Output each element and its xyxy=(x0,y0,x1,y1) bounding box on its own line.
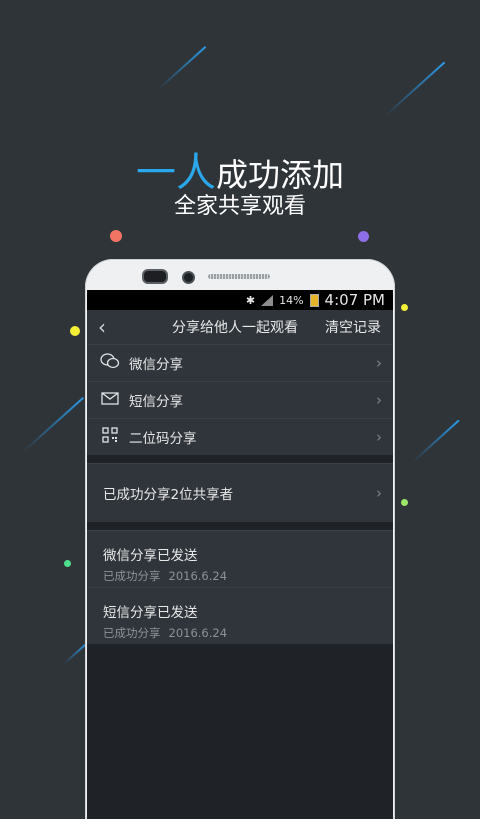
chevron-right-icon: › xyxy=(376,391,382,409)
decor-dot xyxy=(64,560,71,567)
record-date: 2016.6.24 xyxy=(168,626,228,640)
share-option-label: 短信分享 xyxy=(129,394,183,410)
decor-streak xyxy=(21,396,85,454)
phone-camera xyxy=(182,271,195,284)
page-title: 分享给他人一起观看 xyxy=(172,320,298,336)
signal-icon xyxy=(261,294,274,306)
share-option-sms[interactable]: 短信分享 › xyxy=(87,381,393,418)
chevron-right-icon: › xyxy=(376,354,382,372)
decor-dot xyxy=(358,231,369,242)
decor-dot xyxy=(70,326,80,336)
decor-dot xyxy=(401,304,408,311)
mail-icon xyxy=(99,391,121,409)
record-status: 已成功分享 xyxy=(103,626,161,640)
phone-screen: ✱ 14% 4:07 PM ‹ 分享给他人一起观看 清空记录 微信分享 › 短信… xyxy=(87,290,393,819)
header-bar: ‹ 分享给他人一起观看 清空记录 xyxy=(87,310,393,344)
promo-subline: 全家共享观看 xyxy=(173,194,306,219)
shared-users-label: 已成功分享2位共享者 xyxy=(103,487,234,503)
decor-dot xyxy=(401,499,408,506)
status-time: 4:07 PM xyxy=(324,291,385,309)
phone-mockup: ✱ 14% 4:07 PM ‹ 分享给他人一起观看 清空记录 微信分享 › 短信… xyxy=(85,259,395,819)
record-title: 短信分享已发送 xyxy=(103,605,198,621)
chevron-left-icon[interactable]: ‹ xyxy=(87,315,117,339)
share-option-qrcode[interactable]: 二位码分享 › xyxy=(87,418,393,455)
phone-earpiece xyxy=(142,269,168,284)
record-title: 微信分享已发送 xyxy=(103,548,198,564)
qrcode-icon xyxy=(99,427,121,447)
bluetooth-icon: ✱ xyxy=(245,293,256,307)
share-option-label: 微信分享 xyxy=(129,357,183,373)
section-divider xyxy=(87,455,393,463)
battery-percent: 14% xyxy=(279,293,304,307)
status-bar: ✱ 14% 4:07 PM xyxy=(87,290,393,310)
clear-records-button[interactable]: 清空记录 xyxy=(325,317,381,337)
record-item: 微信分享已发送 已成功分享 2016.6.24 xyxy=(87,530,393,587)
decor-streak xyxy=(384,61,446,117)
chevron-right-icon: › xyxy=(376,428,382,446)
decor-streak xyxy=(412,419,460,463)
record-status: 已成功分享 xyxy=(103,569,161,583)
decor-dot xyxy=(110,230,122,242)
shared-users-row[interactable]: 已成功分享2位共享者 › xyxy=(87,463,393,522)
record-item: 短信分享已发送 已成功分享 2016.6.24 xyxy=(87,587,393,644)
decor-streak xyxy=(157,45,207,91)
record-date: 2016.6.24 xyxy=(168,569,228,583)
phone-speaker xyxy=(208,274,270,279)
battery-icon xyxy=(309,293,319,307)
share-option-label: 二位码分享 xyxy=(129,431,197,447)
section-divider xyxy=(87,522,393,530)
share-option-wechat[interactable]: 微信分享 › xyxy=(87,344,393,381)
wechat-icon xyxy=(99,353,121,373)
chevron-right-icon: › xyxy=(376,484,382,502)
